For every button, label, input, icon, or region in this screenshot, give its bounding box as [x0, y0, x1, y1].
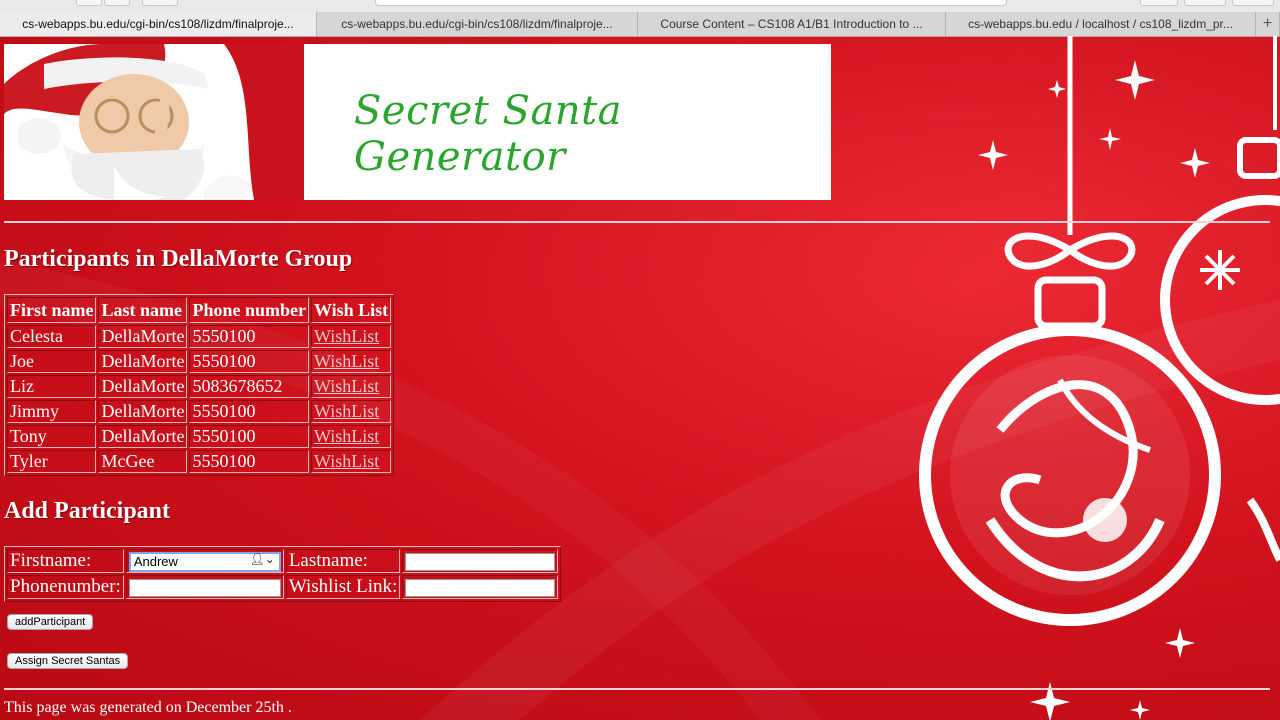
cell-phone: 5083678652 [189, 375, 309, 398]
tab-4[interactable]: cs-webapps.bu.edu / localhost / cs108_li… [946, 12, 1256, 36]
lastname-cell [402, 549, 559, 573]
form-row: Firstname: 👤︎⌄ Lastname: [7, 549, 559, 573]
cell-phone: 5550100 [189, 325, 309, 348]
wishlist-label: Wishlist Link: [285, 575, 401, 599]
cell-first-name: Celesta [7, 325, 97, 348]
browser-toolbar [0, 0, 1280, 12]
cell-last-name: DellaMorte [98, 325, 188, 348]
divider-top [4, 221, 1270, 223]
address-bar[interactable] [375, 0, 1007, 6]
ornament-edge-icon [1246, 497, 1280, 562]
cell-last-name: DellaMorte [98, 375, 188, 398]
cell-first-name: Jimmy [7, 400, 97, 423]
tabs-overview-button[interactable] [1184, 0, 1226, 6]
column-header-wishlist: Wish List [310, 297, 392, 323]
column-header-phone: Phone number [189, 297, 309, 323]
participants-table: First name Last name Phone number Wish L… [4, 294, 395, 476]
participants-heading: Participants in DellaMorte Group [4, 246, 353, 272]
cell-last-name: McGee [98, 450, 188, 473]
assign-secret-santas-button[interactable]: Assign Secret Santas [7, 653, 129, 669]
wishlist-link[interactable]: WishList [314, 451, 379, 471]
table-row: Jimmy DellaMorte 5550100 WishList [7, 400, 392, 423]
cell-phone: 5550100 [189, 425, 309, 448]
new-tab-button[interactable]: + [1256, 12, 1280, 36]
sparkle-icons [978, 60, 1210, 720]
cell-wishlist: WishList [310, 325, 392, 348]
table-row: Joe DellaMorte 5550100 WishList [7, 350, 392, 373]
table-row: Tyler McGee 5550100 WishList [7, 450, 392, 473]
back-button[interactable] [76, 0, 102, 6]
ornament-small-icon [1160, 36, 1280, 405]
ornament-large-icon [919, 36, 1221, 626]
cell-wishlist: WishList [310, 400, 392, 423]
wishlist-cell [402, 575, 559, 599]
cell-first-name: Liz [7, 375, 97, 398]
cell-wishlist: WishList [310, 375, 392, 398]
firstname-field-wrapper: 👤︎⌄ [128, 550, 281, 572]
firstname-cell: 👤︎⌄ [125, 549, 284, 573]
cell-first-name: Tony [7, 425, 97, 448]
wishlist-link[interactable]: WishList [314, 401, 379, 421]
forward-button[interactable] [104, 0, 130, 6]
cell-phone: 5550100 [189, 450, 309, 473]
downloads-button[interactable] [1232, 0, 1274, 6]
wishlist-link[interactable]: WishList [314, 426, 379, 446]
cell-first-name: Tyler [7, 450, 97, 473]
tab-2[interactable]: cs-webapps.bu.edu/cgi-bin/cs108/lizdm/fi… [317, 12, 638, 36]
add-participant-form: Firstname: 👤︎⌄ Lastname: Phonenumber: Wi… [4, 546, 562, 602]
table-row: Liz DellaMorte 5083678652 WishList [7, 375, 392, 398]
table-header-row: First name Last name Phone number Wish L… [7, 297, 392, 323]
contact-autofill-icon[interactable]: 👤︎⌄ [250, 552, 275, 566]
santa-image [4, 44, 304, 200]
cell-last-name: DellaMorte [98, 425, 188, 448]
cell-last-name: DellaMorte [98, 350, 188, 373]
cell-first-name: Joe [7, 350, 97, 373]
form-row: Phonenumber: Wishlist Link: [7, 575, 559, 599]
sidebar-button[interactable] [142, 0, 178, 6]
table-row: Celesta DellaMorte 5550100 WishList [7, 325, 392, 348]
tab-3[interactable]: Course Content – CS108 A1/B1 Introductio… [638, 12, 946, 36]
tab-1[interactable]: cs-webapps.bu.edu/cgi-bin/cs108/lizdm/fi… [0, 12, 317, 36]
divider-bottom [4, 688, 1270, 690]
cell-wishlist: WishList [310, 450, 392, 473]
cell-phone: 5550100 [189, 400, 309, 423]
column-header-last-name: Last name [98, 297, 188, 323]
tab-bar: cs-webapps.bu.edu/cgi-bin/cs108/lizdm/fi… [0, 12, 1280, 37]
table-row: Tony DellaMorte 5550100 WishList [7, 425, 392, 448]
share-button[interactable] [1140, 0, 1178, 6]
footer-text: This page was generated on December 25th… [4, 699, 292, 716]
lastname-label: Lastname: [285, 549, 401, 573]
wishlist-link[interactable]: WishList [314, 351, 379, 371]
phone-input[interactable] [128, 578, 281, 597]
cell-last-name: DellaMorte [98, 400, 188, 423]
phone-label: Phonenumber: [7, 575, 124, 599]
column-header-first-name: First name [7, 297, 97, 323]
wishlist-link[interactable]: WishList [314, 376, 379, 396]
wishlist-link[interactable]: WishList [314, 326, 379, 346]
cell-phone: 5550100 [189, 350, 309, 373]
banner-title: Secret Santa Generator [354, 88, 622, 180]
add-participant-heading: Add Participant [4, 498, 171, 524]
phone-cell [125, 575, 284, 599]
add-participant-button[interactable]: addParticipant [7, 614, 94, 630]
header-banner: Secret Santa Generator [4, 44, 831, 200]
firstname-label: Firstname: [7, 549, 124, 573]
cell-wishlist: WishList [310, 350, 392, 373]
wishlist-input[interactable] [405, 578, 556, 597]
lastname-input[interactable] [405, 552, 556, 571]
cell-wishlist: WishList [310, 425, 392, 448]
